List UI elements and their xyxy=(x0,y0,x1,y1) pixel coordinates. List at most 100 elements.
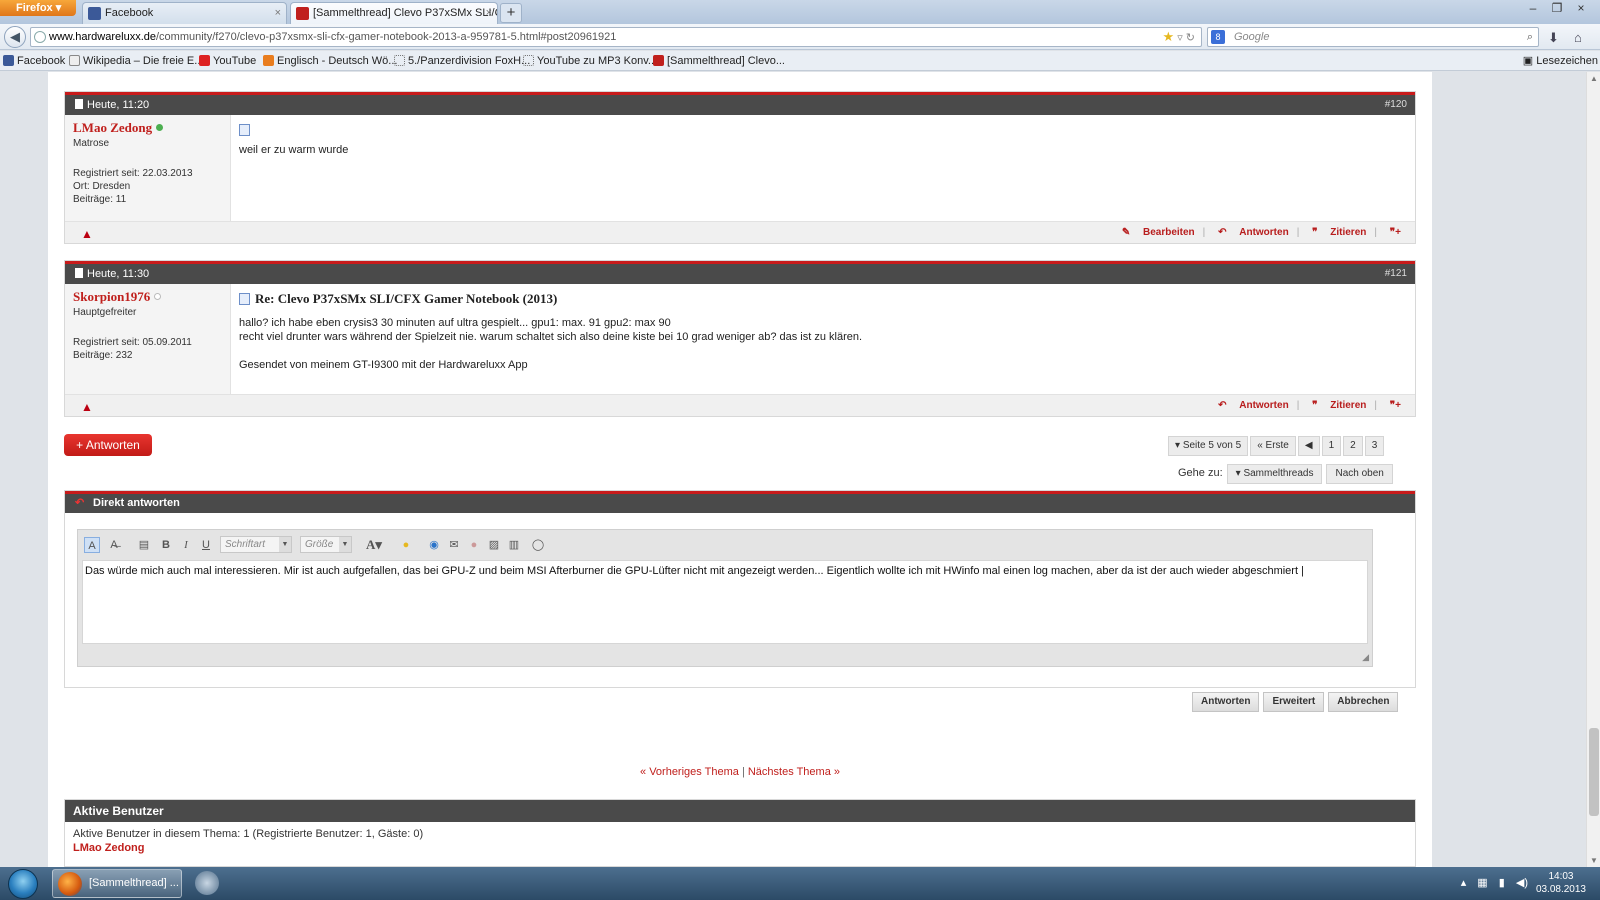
search-input[interactable]: 8 Google ⌕ xyxy=(1207,27,1539,47)
italic-icon[interactable]: I xyxy=(178,537,194,553)
page-icon xyxy=(523,55,534,66)
minimize-icon[interactable]: – xyxy=(1522,0,1544,16)
close-tab-icon[interactable]: × xyxy=(486,3,492,23)
quick-reply-buttons: Antworten Erweitert Abbrechen xyxy=(1188,692,1399,712)
signal-icon[interactable]: ▮ xyxy=(1499,877,1505,889)
bookmark-youtube[interactable]: YouTube xyxy=(198,51,256,71)
page-link[interactable]: 1 xyxy=(1321,436,1342,456)
post-footer: ▲ ↶ Antworten | ❞ Zitieren | ❞+ xyxy=(65,394,1415,416)
volume-icon[interactable]: ◀) xyxy=(1516,877,1528,889)
restore-icon[interactable]: ❐ xyxy=(1546,0,1568,16)
quote-icon[interactable]: ◯ xyxy=(530,537,546,553)
multiquote-icon[interactable]: ❞+ xyxy=(1390,400,1401,411)
scroll-up-icon[interactable]: ▲ xyxy=(1587,74,1600,83)
paste-icon[interactable]: ▤ xyxy=(136,537,152,553)
quick-reply-header: ↶ Direkt antworten xyxy=(65,491,1415,513)
prev-page-icon[interactable]: ◀ xyxy=(1297,436,1320,456)
network-icon[interactable]: ▦ xyxy=(1477,877,1487,889)
bold-icon[interactable]: B xyxy=(158,537,174,553)
underline-icon[interactable]: U xyxy=(198,537,214,553)
video-icon[interactable]: ▥ xyxy=(506,537,522,553)
image-icon[interactable]: ▨ xyxy=(486,537,502,553)
tab-facebook[interactable]: Facebook × xyxy=(82,2,287,24)
download-icon[interactable]: ⬇ xyxy=(1548,30,1559,46)
goto-navigation: Gehe zu: ▾ Sammelthreads Nach oben xyxy=(1178,464,1393,484)
previous-thread-link[interactable]: « Vorheriges Thema xyxy=(640,766,739,778)
advanced-reply-button[interactable]: Erweitert xyxy=(1263,692,1325,712)
back-to-top-button[interactable]: Nach oben xyxy=(1326,464,1393,484)
goto-forum-select[interactable]: ▾ Sammelthreads xyxy=(1226,464,1323,484)
cancel-button[interactable]: Abbrechen xyxy=(1328,692,1399,712)
resize-handle-icon[interactable]: ◢ xyxy=(1362,652,1369,663)
start-button[interactable] xyxy=(8,869,38,899)
navigation-toolbar: ◀ www.hardwareluxx.de/community/f270/cle… xyxy=(0,24,1600,50)
back-arrow-icon[interactable]: ◀ xyxy=(4,26,26,48)
remove-format-icon[interactable]: A̶ xyxy=(106,537,122,553)
page-link[interactable]: 3 xyxy=(1364,436,1385,456)
new-tab-button[interactable]: + xyxy=(500,3,522,23)
tray-expand-icon[interactable]: ▴ xyxy=(1461,877,1467,889)
font-size-select[interactable]: Größe ▼ xyxy=(300,536,352,553)
reply-button[interactable]: ↶ Antworten xyxy=(1218,227,1289,238)
close-window-icon[interactable]: × xyxy=(1570,0,1592,16)
firefox-menu-button[interactable]: Firefox ▾ xyxy=(0,0,76,16)
magnifier-icon[interactable]: ⌕ xyxy=(1527,28,1533,46)
new-reply-button[interactable]: + Antworten xyxy=(64,434,152,456)
wysiwyg-mode-icon[interactable]: A xyxy=(84,537,100,553)
active-users-summary: Aktive Benutzer in diesem Thema: 1 (Regi… xyxy=(73,828,424,840)
first-page-link[interactable]: « Erste xyxy=(1250,436,1296,456)
bookmark-panzerdivision[interactable]: 5./Panzerdivision FoxH... xyxy=(393,51,530,71)
bookmark-dict[interactable]: Englisch - Deutsch Wö... xyxy=(262,51,397,71)
page-scrollbar[interactable]: ▲ ▼ xyxy=(1586,72,1600,867)
close-tab-icon[interactable]: × xyxy=(275,3,281,23)
site-identity-icon[interactable] xyxy=(34,31,46,43)
bookmark-wikipedia[interactable]: Wikipedia – Die freie E... xyxy=(68,51,203,71)
tab-sammelthread[interactable]: [Sammelthread] Clevo P37xSMx SLI/C... × xyxy=(290,2,498,24)
font-family-select[interactable]: Schriftart ▼ xyxy=(220,536,292,553)
post-number-link[interactable]: #120 xyxy=(1385,95,1407,115)
post-date: Heute, 11:30 xyxy=(87,268,150,280)
scrollbar-thumb[interactable] xyxy=(1589,728,1599,816)
report-warning-icon[interactable]: ▲ xyxy=(81,400,93,414)
reply-button[interactable]: ↶ Antworten xyxy=(1218,400,1289,411)
smiley-icon[interactable]: ● xyxy=(398,537,414,553)
submit-reply-button[interactable]: Antworten xyxy=(1192,692,1260,712)
multiquote-icon[interactable]: ❞+ xyxy=(1390,227,1401,238)
user-title: Matrose xyxy=(73,138,110,149)
windows-taskbar: [Sammelthread] ... ▴ ▦ ▮ ◀) 14:03 03.08.… xyxy=(0,867,1600,900)
bookmarks-menu[interactable]: ▣ Lesezeichen xyxy=(1523,51,1598,71)
reload-icon[interactable]: ↻ xyxy=(1186,32,1195,44)
report-warning-icon[interactable]: ▲ xyxy=(81,227,93,241)
google-engine-icon[interactable]: 8 xyxy=(1211,30,1225,44)
taskbar-app[interactable] xyxy=(192,870,222,897)
bookmark-sammelthread[interactable]: [Sammelthread] Clevo... xyxy=(652,51,785,71)
edit-button[interactable]: ✎ Bearbeiten xyxy=(1122,227,1195,238)
bookmark-facebook[interactable]: Facebook xyxy=(2,51,65,71)
bookmark-star-icon[interactable]: ★ xyxy=(1162,29,1174,44)
post-header: Heute, 11:30 #121 xyxy=(65,261,1415,284)
post-date: Heute, 11:20 xyxy=(87,99,150,111)
reply-textarea[interactable]: Das würde mich auch mal interessieren. M… xyxy=(82,560,1368,644)
quote-button[interactable]: ❞ Zitieren xyxy=(1312,400,1366,411)
username-link[interactable]: LMao Zedong xyxy=(73,120,152,135)
quote-button[interactable]: ❞ Zitieren xyxy=(1312,227,1366,238)
taskbar-firefox[interactable]: [Sammelthread] ... xyxy=(52,869,182,898)
text-color-icon[interactable]: A▾ xyxy=(362,537,386,553)
url-bar[interactable]: www.hardwareluxx.de/community/f270/clevo… xyxy=(30,27,1202,47)
email-icon[interactable]: ✉ xyxy=(446,537,462,553)
unlink-icon[interactable]: ● xyxy=(466,537,482,553)
bookmark-yt-mp3[interactable]: YouTube zu MP3 Konv... xyxy=(522,51,657,71)
page-info-dropdown[interactable]: ▾ Seite 5 von 5 xyxy=(1168,436,1249,456)
dictionary-icon xyxy=(263,55,274,66)
home-icon[interactable]: ⌂ xyxy=(1574,30,1582,45)
system-clock[interactable]: 14:03 03.08.2013 xyxy=(1536,870,1586,896)
page-link[interactable]: 2 xyxy=(1343,436,1363,456)
username-link[interactable]: Skorpion1976 xyxy=(73,289,150,304)
link-icon[interactable]: ◉ xyxy=(426,537,442,553)
active-user-link[interactable]: LMao Zedong xyxy=(73,841,1407,855)
reply-arrow-icon: ↶ xyxy=(75,497,85,509)
next-thread-link[interactable]: Nächstes Thema » xyxy=(748,766,840,778)
scroll-down-icon[interactable]: ▼ xyxy=(1587,856,1600,865)
post-number-link[interactable]: #121 xyxy=(1385,264,1407,284)
dropdown-arrow-icon[interactable]: ▿ xyxy=(1177,32,1183,44)
